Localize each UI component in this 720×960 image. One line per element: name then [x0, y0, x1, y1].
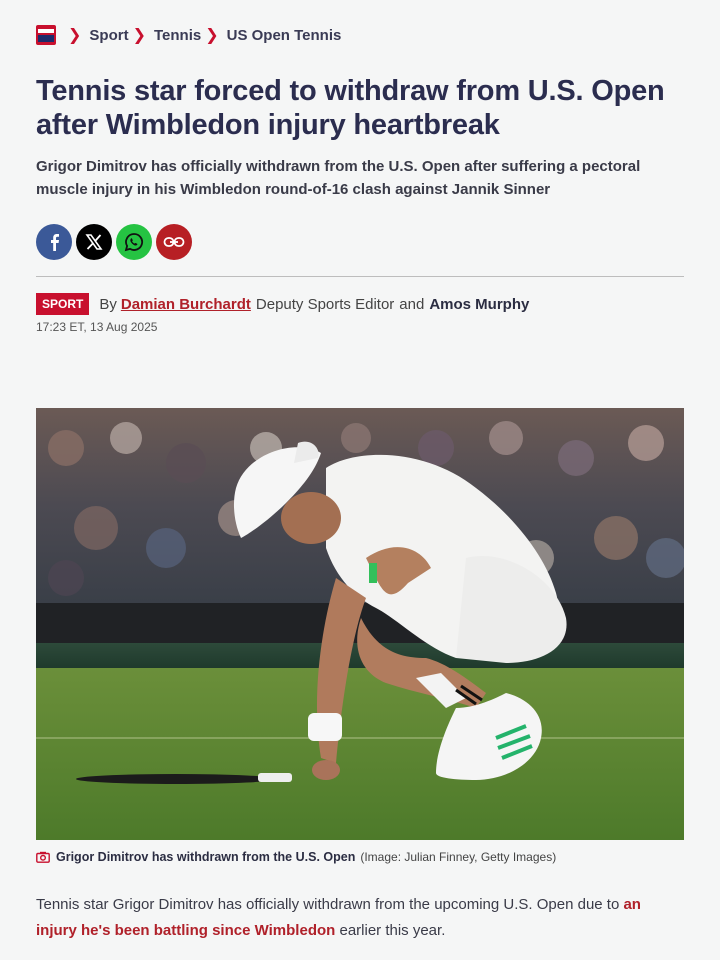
whatsapp-icon — [124, 233, 143, 252]
breadcrumb-tennis[interactable]: Tennis — [154, 27, 201, 44]
article-headline: Tennis star forced to withdraw from U.S.… — [36, 75, 665, 141]
article-standfirst: Grigor Dimitrov has officially withdrawn… — [36, 158, 641, 198]
caption-credit: (Image: Julian Finney, Getty Images) — [360, 850, 557, 864]
divider — [36, 276, 684, 277]
byline-and: and — [399, 295, 425, 313]
link-icon — [163, 237, 185, 247]
caption-text: Grigor Dimitrov has withdrawn from the U… — [56, 850, 356, 864]
share-facebook-button[interactable] — [36, 224, 72, 260]
hero-photo — [36, 408, 684, 840]
share-x-button[interactable] — [76, 224, 112, 260]
chevron-right-icon: ❯ — [68, 27, 82, 44]
article-body-paragraph: Tennis star Grigor Dimitrov has official… — [36, 892, 684, 944]
image-caption: Grigor Dimitrov has withdrawn from the U… — [36, 850, 556, 864]
author-amos-murphy: Amos Murphy — [429, 295, 530, 313]
chevron-right-icon: ❯ — [132, 27, 146, 44]
breadcrumb-us-open-tennis[interactable]: US Open Tennis — [227, 27, 342, 44]
article-page: ❯ Sport ❯ Tennis ❯ US Open Tennis Tennis… — [0, 0, 720, 960]
mirror-logo[interactable] — [36, 25, 56, 45]
author-role: Deputy Sports Editor — [255, 295, 395, 313]
breadcrumb: ❯ Sport ❯ Tennis ❯ US Open Tennis — [36, 24, 341, 46]
body-text-start: Tennis star Grigor Dimitrov has official… — [36, 896, 624, 913]
author-link-damian-burchardt[interactable]: Damian Burchardt — [121, 296, 251, 313]
x-icon — [85, 234, 103, 250]
hero-image[interactable] — [36, 408, 684, 840]
by-label: By — [99, 295, 117, 313]
facebook-icon — [51, 234, 59, 251]
publish-timestamp: 17:23 ET, 13 Aug 2025 — [36, 320, 158, 334]
camera-icon — [36, 851, 50, 863]
section-tag[interactable]: SPORT — [36, 293, 90, 315]
breadcrumb-sport[interactable]: Sport — [89, 27, 128, 44]
body-text-end: earlier this year. — [335, 922, 446, 939]
byline: SPORT By Damian Burchardt Deputy Sports … — [36, 293, 529, 315]
share-bar — [36, 224, 192, 260]
share-whatsapp-button[interactable] — [116, 224, 152, 260]
chevron-right-icon: ❯ — [205, 27, 219, 44]
copy-link-button[interactable] — [156, 224, 192, 260]
